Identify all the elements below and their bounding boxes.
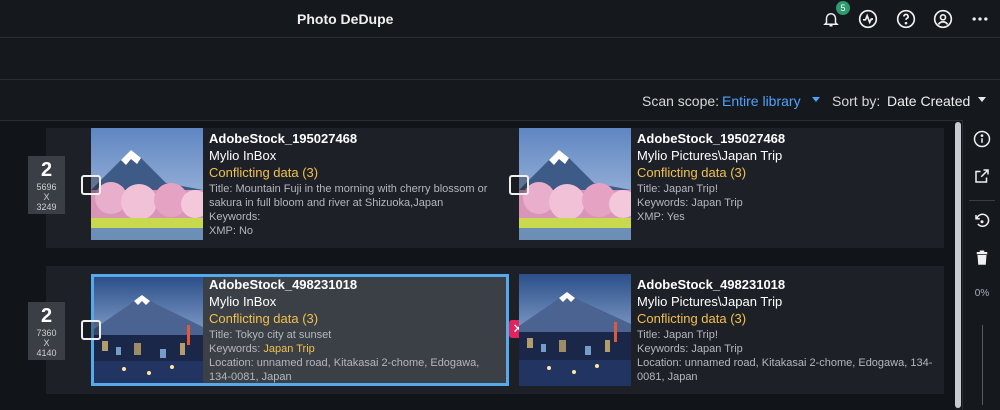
conflict-link[interactable]: Conflicting data (3) <box>209 165 499 182</box>
select-checkbox[interactable] <box>81 320 101 340</box>
toolbar <box>0 39 1000 80</box>
scrollbar-thumb[interactable] <box>955 122 961 408</box>
photo-location: Location: unnamed road, Kitakasai 2-chom… <box>209 357 480 383</box>
file-location: Mylio Pictures\Japan Trip <box>637 294 783 309</box>
trash-icon[interactable] <box>972 248 992 268</box>
photo-keywords: Keywords: Japan Trip <box>637 197 743 209</box>
file-name: AdobeStock_498231018 <box>209 277 358 292</box>
sort-caret-icon[interactable] <box>978 97 986 102</box>
photo-title: Title: Japan Trip! <box>637 329 718 341</box>
file-location: Mylio InBox <box>209 148 277 163</box>
keywords-label: Keywords: <box>209 211 261 223</box>
photo-thumbnail[interactable] <box>94 277 203 383</box>
activity-icon[interactable] <box>857 8 879 30</box>
file-location: Mylio InBox <box>209 294 277 309</box>
group-dim-separator: X <box>43 192 50 202</box>
app-title: Photo DeDupe <box>297 11 394 27</box>
account-icon[interactable] <box>932 8 954 30</box>
photo-keywords: Keywords: Japan Trip <box>209 342 503 356</box>
photo-info: AdobeStock_195027468 Mylio Pictures\Japa… <box>637 131 937 224</box>
photo-xmp: XMP: No <box>209 225 254 237</box>
sort-by-label: Sort by: <box>832 93 881 109</box>
conflict-link[interactable]: Conflicting data (3) <box>637 165 937 182</box>
photo-thumbnail[interactable] <box>519 128 631 240</box>
group-height: 4140 <box>36 348 57 358</box>
photo-keywords: Keywords: <box>209 210 499 224</box>
scan-scope-label: Scan scope: <box>642 93 720 109</box>
group-height: 3249 <box>36 202 57 212</box>
photo-info: AdobeStock_498231018 Mylio Pictures\Japa… <box>637 277 937 384</box>
photo-keywords: Keywords: Japan Trip <box>637 343 743 355</box>
group-count: 2 <box>40 159 53 181</box>
photo-thumbnail[interactable] <box>91 128 203 240</box>
photo-info: AdobeStock_195027468 Mylio InBox Conflic… <box>209 131 499 238</box>
file-name: AdobeStock_195027468 <box>209 131 358 146</box>
help-icon[interactable] <box>895 8 917 30</box>
group-dim-separator: X <box>43 338 50 348</box>
scan-scope-dropdown[interactable]: Entire library <box>722 93 801 109</box>
scrollbar[interactable] <box>955 122 961 410</box>
group-count-badge: 2 5696 X 3249 <box>28 156 65 214</box>
photo-title: Title: Tokyo city at sunset <box>209 329 332 341</box>
select-checkbox[interactable] <box>509 175 529 195</box>
title-bar: Photo DeDupe 5 <box>0 0 1000 38</box>
sort-by-dropdown[interactable]: Date Created <box>887 93 970 109</box>
zoom-slider[interactable] <box>982 325 983 405</box>
side-panel: 0% <box>962 120 1000 410</box>
conflict-link[interactable]: Conflicting data (3) <box>209 311 503 328</box>
photo-title: Title: Japan Trip! <box>637 183 718 195</box>
photo-xmp: XMP: Yes <box>637 211 685 223</box>
zoom-level: 0% <box>974 288 990 299</box>
group-count: 2 <box>40 305 53 327</box>
group-width: 7360 <box>36 328 57 338</box>
file-name: AdobeStock_498231018 <box>637 277 786 292</box>
group-width: 5696 <box>36 182 57 192</box>
photo-info: AdobeStock_498231018 Mylio InBox Conflic… <box>209 277 503 384</box>
photo-title: Title: Mountain Fuji in the morning with… <box>209 183 488 209</box>
file-location: Mylio Pictures\Japan Trip <box>637 148 783 163</box>
open-external-icon[interactable] <box>972 166 992 186</box>
notification-badge: 5 <box>836 1 850 15</box>
info-icon[interactable] <box>972 129 992 149</box>
select-checkbox[interactable] <box>81 175 101 195</box>
scope-bar: Scan scope: Entire library Sort by: Date… <box>0 81 1000 120</box>
conflict-link[interactable]: Conflicting data (3) <box>637 311 937 328</box>
keywords-label: Keywords: <box>209 343 261 355</box>
photo-location: Location: unnamed road, Kitakasai 2-chom… <box>637 357 933 383</box>
group-count-badge: 2 7360 X 4140 <box>28 302 65 360</box>
file-name: AdobeStock_195027468 <box>637 131 786 146</box>
scope-caret-icon[interactable] <box>812 97 820 102</box>
photo-thumbnail[interactable] <box>519 274 631 386</box>
rotate-icon[interactable] <box>972 211 992 231</box>
more-icon[interactable] <box>969 8 991 30</box>
side-separator <box>969 200 995 201</box>
keywords-value: Japan Trip <box>263 343 315 355</box>
